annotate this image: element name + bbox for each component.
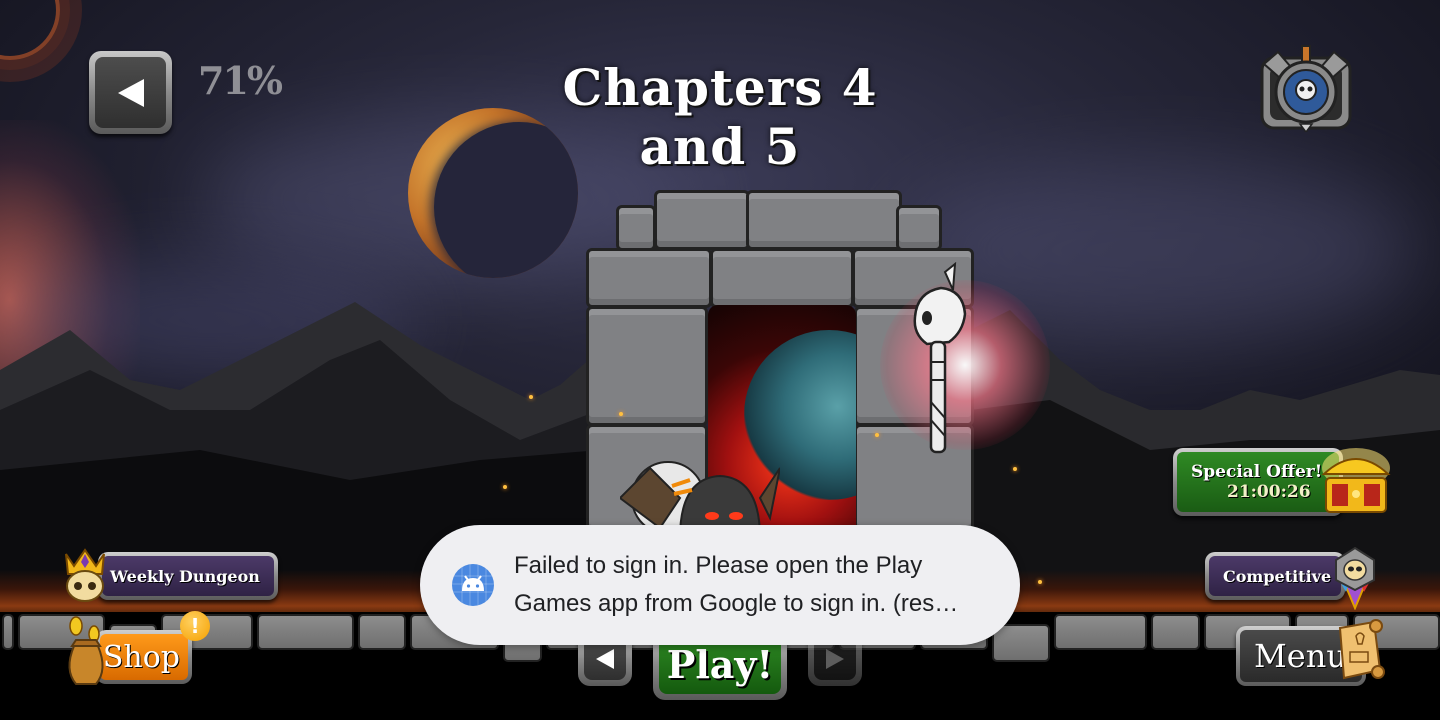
competitive-face: Competitive — [1209, 556, 1341, 596]
swirl-decoration — [0, 0, 60, 60]
toast-line-1: Failed to sign in. Please open the Play — [514, 552, 923, 579]
stone-block — [616, 205, 656, 251]
android-icon — [452, 564, 494, 606]
sign-in-error-toast: Failed to sign in. Please open the Play … — [420, 525, 1020, 645]
ember — [1013, 467, 1017, 471]
stone-block — [746, 190, 902, 250]
triangle-left-icon — [596, 649, 614, 669]
crowned-skull-icon — [65, 548, 105, 602]
special-offer-face: Special Offer! 21:00:26 — [1177, 452, 1339, 512]
scroll-icon — [1338, 619, 1385, 680]
shop-face: Shop — [100, 634, 188, 680]
skull-icon — [1295, 79, 1317, 101]
toast-message: Failed to sign in. Please open the Play … — [514, 547, 994, 623]
achievements-button[interactable] — [1256, 44, 1356, 132]
back-button[interactable] — [89, 51, 172, 134]
treasure-chest-icon[interactable] — [1318, 444, 1394, 516]
competitive-button[interactable]: Competitive — [1205, 552, 1345, 600]
stone-block — [654, 190, 750, 250]
ember — [503, 485, 507, 489]
completion-percent: 71% — [198, 58, 283, 103]
shop-label: Shop — [102, 639, 180, 675]
weekly-dungeon-face: Weekly Dungeon — [102, 556, 274, 596]
play-label: Play! — [666, 641, 774, 687]
special-offer-label: Special Offer! — [1191, 462, 1323, 482]
back-button-face — [95, 57, 166, 128]
toast-line-2: Games app from Google to sign in. (res… — [514, 590, 959, 617]
triangle-right-icon — [826, 649, 844, 669]
weekly-dungeon-label: Weekly Dungeon — [110, 566, 260, 586]
competitive-label: Competitive — [1223, 566, 1332, 586]
ember — [529, 395, 533, 399]
stone-block — [710, 248, 854, 308]
special-offer-timer: 21:00:26 — [1227, 482, 1311, 502]
stone-block — [586, 248, 712, 308]
ember — [619, 412, 623, 416]
skull-badge-icon — [1335, 546, 1375, 610]
ember — [875, 433, 879, 437]
weekly-dungeon-button[interactable]: Weekly Dungeon — [98, 552, 278, 600]
dragon-skull-staff-icon — [913, 262, 967, 454]
triangle-left-icon — [117, 78, 144, 107]
coin-bag-icon — [68, 616, 104, 685]
menu-label: Menu — [1254, 637, 1347, 675]
page-title: Chapters 4 and 5 — [562, 58, 878, 176]
stone-block — [896, 205, 942, 251]
shop-alert-badge: ! — [180, 611, 210, 641]
dragon-relief-block — [586, 306, 708, 426]
ember — [1038, 580, 1042, 584]
